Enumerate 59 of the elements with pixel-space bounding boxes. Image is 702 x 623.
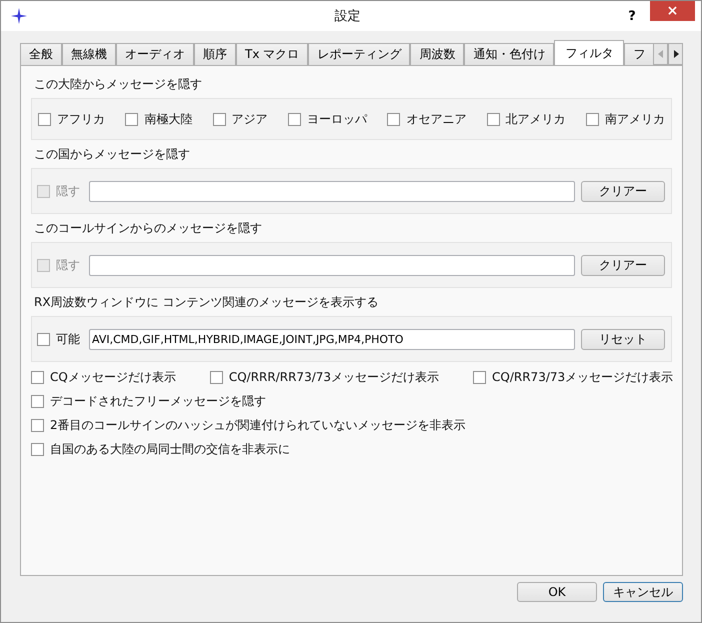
checkbox-label: 自国のある大陸の局同士間の交信を非表示に [50,441,290,458]
text-field[interactable] [89,180,575,202]
group-title: この国からメッセージを隠す [34,146,191,163]
checkbox-label: CQメッセージだけ表示 [50,369,176,386]
help-button[interactable]: ? [618,6,646,26]
checkbox-label: アフリカ [57,110,105,128]
group-title: RX周波数ウィンドウに コンテンツ関連のメッセージを表示する [34,294,380,311]
checkbox[interactable] [486,112,500,126]
text-field[interactable] [89,254,575,276]
checkbox-label: 隠す [56,182,80,200]
checkbox-label: アジア [232,110,268,128]
checkbox-label: オセアニア [406,110,466,128]
right-arrow-icon [672,50,678,58]
checkbox[interactable] [31,419,44,432]
scroll-right-button[interactable] [668,43,683,65]
push-button[interactable]: キャンセル [603,582,683,602]
checkbox[interactable] [288,112,301,126]
checkbox-label: 北アメリカ [506,110,566,128]
checkbox-label: 南極大陸 [144,110,192,128]
checkbox[interactable] [473,371,486,384]
left-arrow-icon [658,50,664,58]
checkbox-label: デコードされたフリーメッセージを隠す [50,393,266,410]
tab[interactable]: 順序 [194,43,236,65]
checkbox[interactable] [387,112,400,126]
checkbox[interactable] [586,112,599,126]
checkbox-label: ヨーロッパ [306,110,367,128]
push-button[interactable]: クリアー [581,180,665,202]
push-button[interactable]: クリアー [581,254,665,276]
checkbox-label: 2番目のコールサインのハッシュが関連付けられていないメッセージを非表示 [50,417,466,434]
checkbox[interactable] [210,371,223,384]
checkbox-label: 隠す [56,256,80,274]
push-button[interactable]: OK [517,582,597,602]
star-icon [11,8,27,24]
text-field[interactable]: AVI,CMD,GIF,HTML,HYBRID,IMAGE,JOINT,JPG,MP4,PHOTO [89,328,575,350]
tab[interactable]: 通知・色付け [464,43,554,65]
tab[interactable]: 無線機 [62,43,116,65]
checkbox[interactable] [125,112,138,126]
checkbox[interactable] [37,332,50,346]
tab[interactable]: フィルタ [554,40,624,65]
checkbox-label: 可能 [56,330,80,348]
checkbox[interactable] [38,112,51,126]
push-button[interactable]: リセット [581,328,665,350]
checkbox[interactable] [31,371,44,384]
checkbox-label: 南アメリカ [604,110,665,128]
tab[interactable]: 周波数 [410,43,464,65]
tab[interactable]: フ [624,43,653,65]
group-title: このコールサインからのメッセージを隠す [34,220,263,237]
window-title: 設定 [334,8,362,25]
close-button[interactable]: × [650,1,695,21]
checkbox[interactable] [31,443,44,456]
tab[interactable]: Tx マクロ [236,43,308,65]
tab[interactable]: オーディオ [116,43,194,65]
tab[interactable]: 全般 [20,43,62,65]
checkbox[interactable] [212,112,226,126]
tab[interactable]: レポーティング [308,43,410,65]
checkbox-label: CQ/RR73/73メッセージだけ表示 [492,369,674,386]
checkbox[interactable] [31,395,44,408]
checkbox-label: CQ/RRR/RR73/73メッセージだけ表示 [228,369,440,386]
group-title: この大陸からメッセージを隠す [34,76,203,93]
